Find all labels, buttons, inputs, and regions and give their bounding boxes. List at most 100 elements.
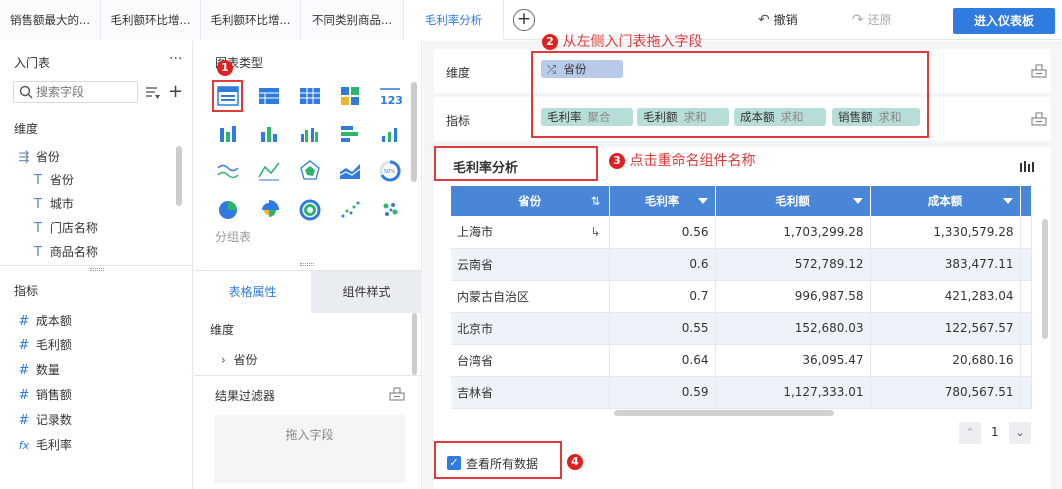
- dimension-settings-icon[interactable]: [1031, 64, 1047, 78]
- search-input[interactable]: [36, 84, 134, 100]
- dropdown-icon[interactable]: [1002, 198, 1013, 204]
- field-store-name[interactable]: T 门店名称: [30, 216, 98, 240]
- field-cost[interactable]: # 成本额: [16, 309, 72, 333]
- multi-level-pie-icon[interactable]: [298, 198, 322, 222]
- measure-settings-icon[interactable]: [1031, 112, 1047, 126]
- sort-icon[interactable]: ⇅: [591, 194, 601, 208]
- cell-province: 台湾省: [451, 344, 610, 377]
- tab-gross-margin-analysis[interactable]: 毛利率分析: [404, 0, 504, 40]
- cell-province: 云南省: [451, 248, 610, 281]
- annotation-box-4: [434, 441, 562, 479]
- header-province[interactable]: 省份 ⇅: [451, 186, 610, 216]
- scatter-chart-icon[interactable]: [338, 198, 362, 222]
- add-tab-button[interactable]: +: [513, 9, 535, 31]
- tab-sales-max[interactable]: 销售额最大的...: [0, 0, 101, 40]
- annotation-badge-1: 1: [217, 60, 233, 76]
- radar-chart-icon[interactable]: [298, 159, 322, 183]
- chart-type-scrollbar[interactable]: [411, 82, 417, 182]
- dimension-section-title: 维度: [14, 122, 39, 136]
- scatter-bar-chart-icon[interactable]: [378, 122, 402, 146]
- grouped-bar-chart-icon[interactable]: [298, 122, 322, 146]
- number-field-icon: #: [18, 363, 30, 378]
- field-record-count[interactable]: # 记录数: [16, 408, 72, 432]
- result-filter-label: 结果过滤器: [215, 389, 276, 403]
- field-quantity[interactable]: # 数量: [16, 358, 60, 382]
- property-scrollbar[interactable]: [412, 313, 417, 375]
- indicator-card-chart-icon[interactable]: 123: [378, 84, 403, 108]
- table-row[interactable]: 上海市 ↳ 0.56 1,703,299.28 1,330,579.28: [451, 216, 1032, 249]
- table-name: 入门表: [14, 56, 51, 70]
- table-horizontal-scrollbar[interactable]: [614, 410, 834, 416]
- kpi-grid-chart-icon[interactable]: [338, 84, 362, 108]
- chart-toggle-icon[interactable]: [1019, 161, 1035, 173]
- chevron-down-icon: ⌄: [1015, 426, 1025, 439]
- table-row[interactable]: 云南省 0.6 572,789.12 383,477.11: [451, 248, 1032, 281]
- dim-group-province[interactable]: ⇶ 省份: [16, 145, 60, 169]
- tab-category-products[interactable]: 不同类别商品...: [301, 0, 404, 40]
- dropdown-icon[interactable]: [697, 198, 708, 204]
- stacked-bar-chart-icon[interactable]: [216, 122, 240, 146]
- prev-page-button[interactable]: ⌃: [959, 422, 981, 444]
- cell-cost: 122,567.57: [870, 312, 1021, 345]
- table-row[interactable]: 吉林省 0.59 1,127,333.01 780,567.51: [451, 376, 1032, 409]
- tab-gross-profit-mom-1[interactable]: 毛利额环比增...: [101, 0, 201, 40]
- horizontal-bar-chart-icon[interactable]: [338, 122, 362, 146]
- text-field-icon: T: [34, 221, 42, 236]
- pie-chart-icon[interactable]: [216, 198, 240, 222]
- add-field-icon[interactable]: +: [168, 81, 183, 102]
- rose-pie-chart-icon[interactable]: [257, 198, 281, 222]
- field-city[interactable]: T 城市: [30, 192, 74, 216]
- header-gross-profit[interactable]: 毛利额: [715, 186, 871, 216]
- field-gross-margin[interactable]: fx 毛利率: [16, 433, 72, 457]
- detail-table-chart-icon[interactable]: [257, 84, 281, 108]
- cross-table-chart-icon[interactable]: [298, 84, 322, 108]
- cell-gross-margin: 0.59: [609, 376, 716, 409]
- data-table: 省份 ⇅ 毛利率 毛利额 成本额 上海市 ↳ 0.56 1,703,299.28 1,33…: [451, 186, 1032, 409]
- tab-component-style[interactable]: 组件样式: [311, 271, 422, 313]
- more-icon[interactable]: ···: [169, 51, 182, 67]
- dropdown-icon[interactable]: [852, 198, 863, 204]
- cell-cost: 20,680.16: [870, 344, 1021, 377]
- bar-chart-icon[interactable]: [257, 122, 281, 146]
- header-gross-margin[interactable]: 毛利率: [609, 186, 716, 216]
- next-page-button[interactable]: ⌄: [1009, 422, 1031, 444]
- field-label: 成本额: [35, 314, 72, 328]
- filter-settings-icon[interactable]: [389, 387, 405, 401]
- header-cost[interactable]: 成本额: [870, 186, 1021, 216]
- resize-handle[interactable]: [300, 263, 314, 266]
- bubble-chart-icon[interactable]: [378, 198, 402, 222]
- resize-handle[interactable]: [90, 268, 104, 271]
- number-field-icon: #: [18, 314, 30, 329]
- line-chart-icon[interactable]: [216, 159, 240, 183]
- undo-button[interactable]: ↶ 撤销: [758, 0, 798, 40]
- svg-text:123: 123: [380, 94, 402, 107]
- chevron-right-icon: ›: [221, 353, 226, 367]
- sort-filter-icon[interactable]: [145, 85, 161, 101]
- table-row[interactable]: 台湾省 0.64 36,095.47 20,680.16: [451, 344, 1032, 377]
- table-row[interactable]: 北京市 0.55 152,680.03 122,567.57: [451, 312, 1032, 345]
- field-gross-profit[interactable]: # 毛利额: [16, 333, 72, 357]
- table-vertical-scrollbar[interactable]: [1042, 219, 1048, 339]
- drill-icon[interactable]: ↳: [590, 225, 600, 239]
- property-dimension-item[interactable]: › 省份: [221, 351, 257, 368]
- dimension-scrollbar[interactable]: [176, 146, 182, 206]
- field-label: 毛利率: [35, 438, 72, 452]
- record-count-icon: #: [18, 413, 30, 428]
- tab-table-properties[interactable]: 表格属性: [194, 271, 311, 313]
- area-chart-icon[interactable]: [338, 159, 362, 183]
- field-sales[interactable]: # 销售额: [16, 383, 72, 407]
- field-label: 记录数: [35, 413, 72, 427]
- polyline-chart-icon[interactable]: [257, 159, 281, 183]
- field-province[interactable]: T 省份: [30, 168, 74, 192]
- tab-gross-profit-mom-2[interactable]: 毛利额环比增...: [201, 0, 301, 40]
- field-product-name[interactable]: T 商品名称: [30, 240, 98, 264]
- enter-dashboard-button[interactable]: 进入仪表板: [953, 8, 1055, 34]
- table-row[interactable]: 内蒙古自治区 0.7 996,987.58 421,283.04: [451, 280, 1032, 313]
- filter-drop-zone[interactable]: 拖入字段: [214, 415, 405, 483]
- gauge-chart-icon[interactable]: 50%: [378, 159, 402, 183]
- cell-gross-profit: 1,703,299.28: [715, 216, 871, 249]
- cell-cost: 780,567.51: [870, 376, 1021, 409]
- search-field[interactable]: [13, 81, 138, 103]
- redo-button[interactable]: ↷ 还原: [852, 0, 892, 40]
- property-dimension-label: 维度: [210, 323, 235, 337]
